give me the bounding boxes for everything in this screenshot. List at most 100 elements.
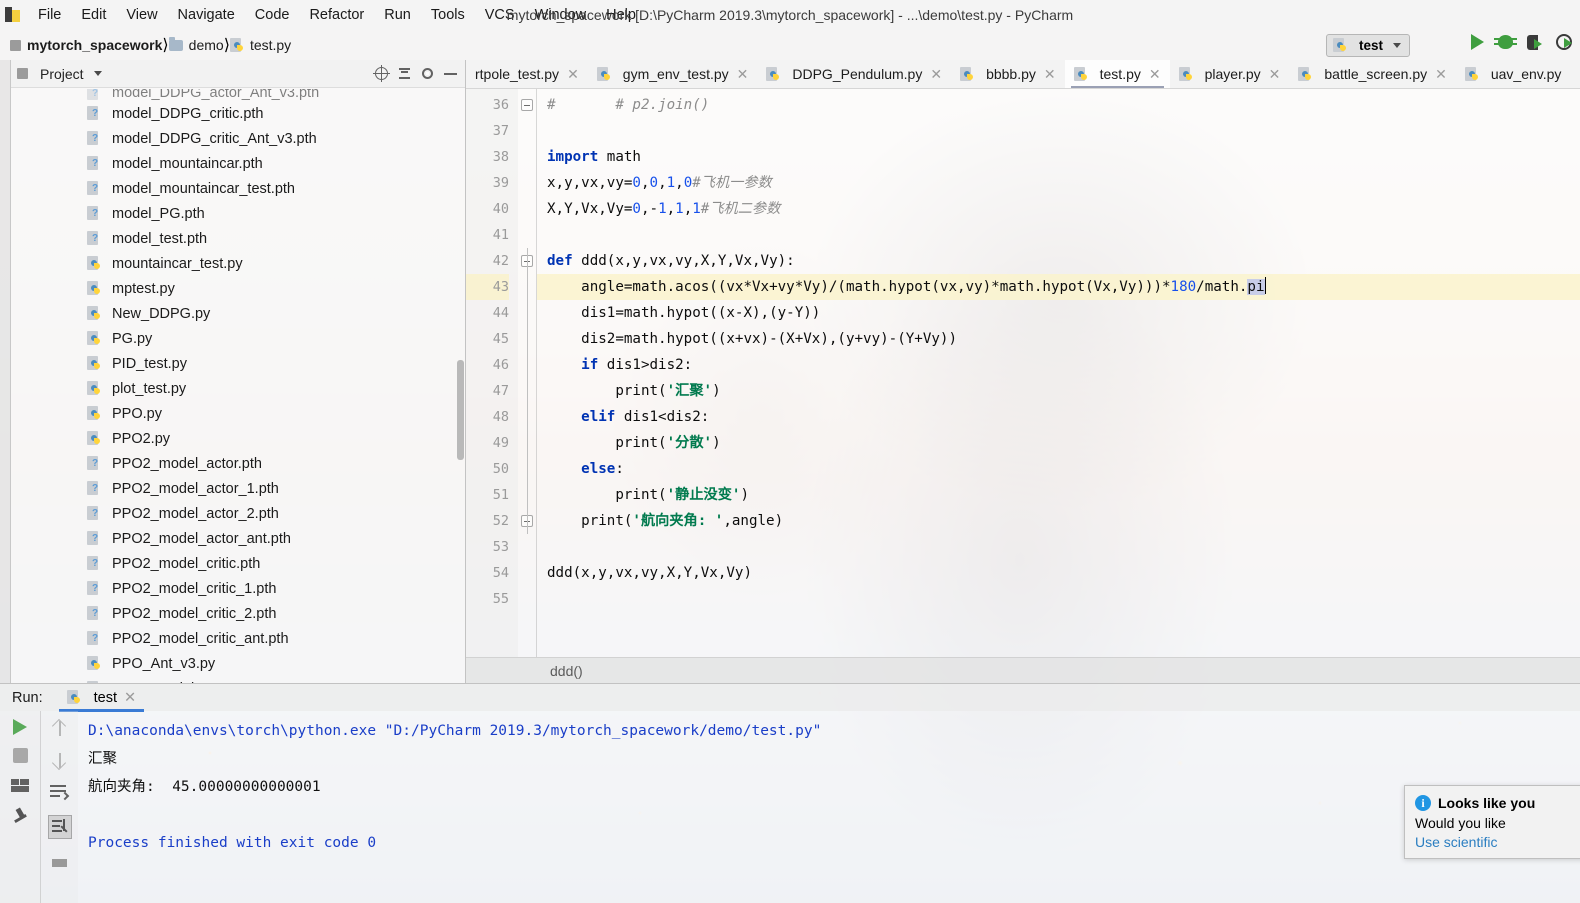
stop-icon[interactable]: [12, 748, 28, 763]
menu-item-navigate[interactable]: Navigate: [168, 4, 245, 26]
code-editor[interactable]: 36 37 38 39 40 41 42 43 44 45 46 47 48 49 50 51 52 53 54 55…: [466, 89, 1580, 657]
list-item[interactable]: mptest.py: [11, 276, 465, 301]
list-item[interactable]: PID_test.py: [11, 351, 465, 376]
close-icon[interactable]: ✕: [930, 66, 942, 83]
list-item[interactable]: PPO2.py: [11, 426, 465, 451]
code-line[interactable]: ddd(x,y,vx,vy,X,Y,Vx,Vy): [537, 560, 1580, 586]
code-line[interactable]: X,Y,Vx,Vy=0,-1,1,1#飞机二参数: [537, 196, 1580, 222]
code-line[interactable]: print('航向夹角: ',angle): [537, 508, 1580, 534]
pin-icon[interactable]: [11, 807, 30, 827]
list-item[interactable]: PPO_Ant_v3.py: [11, 651, 465, 676]
tab-player[interactable]: player.py ✕: [1170, 60, 1290, 88]
code-line[interactable]: elif dis1<dis2:: [537, 404, 1580, 430]
tab-bbbb[interactable]: bbbb.py ✕: [951, 60, 1065, 88]
list-item[interactable]: ? PPO2_model_critic_1.pth: [11, 576, 465, 601]
list-item[interactable]: ? model_test.pth: [11, 226, 465, 251]
menu-item-edit[interactable]: Edit: [71, 4, 116, 26]
list-item[interactable]: ? PPO2_model_actor_1.pth: [11, 476, 465, 501]
collapse-all-icon[interactable]: [396, 65, 413, 82]
tab-rtpole-test[interactable]: rtpole_test.py ✕: [466, 60, 588, 88]
layout-icon[interactable]: [10, 776, 30, 795]
list-item[interactable]: ? model_DDPG_critic.pth: [11, 101, 465, 126]
list-item[interactable]: ? model_DDPG_actor_Ant_v3.pth: [11, 89, 465, 101]
list-item[interactable]: ? model_DDPG_critic_Ant_v3.pth: [11, 126, 465, 151]
tab-gym-env-test[interactable]: gym_env_test.py ✕: [588, 60, 758, 88]
code-line[interactable]: x,y,vx,vy=0,0,1,0#飞机一参数: [537, 170, 1580, 196]
menu-item-run[interactable]: Run: [374, 4, 421, 26]
console-output[interactable]: D:\anaconda\envs\torch\python.exe "D:/Py…: [78, 711, 1580, 903]
breadcrumb-project[interactable]: mytorch_spacework: [10, 37, 162, 53]
menu-item-tools[interactable]: Tools: [421, 4, 475, 26]
gear-icon[interactable]: [419, 65, 436, 82]
left-tool-strip[interactable]: [0, 60, 11, 683]
menu-item-refactor[interactable]: Refactor: [299, 4, 374, 26]
code-text[interactable]: # # p2.join() import math x,y,vx,vy=0,0,1,…: [536, 89, 1580, 657]
breadcrumb-file[interactable]: test.py: [229, 37, 291, 53]
profile-icon[interactable]: [1556, 34, 1572, 50]
project-view-chevron-down-icon[interactable]: [93, 71, 102, 76]
breadcrumb-folder[interactable]: demo: [168, 36, 224, 53]
project-scrollbar[interactable]: [457, 360, 464, 460]
menu-item-view[interactable]: View: [116, 4, 167, 26]
code-line[interactable]: dis2=math.hypot((x+vx)-(X+Vx),(y+vy)-(Y+…: [537, 326, 1580, 352]
code-folding-gutter[interactable]: [518, 89, 536, 657]
debug-icon[interactable]: [1494, 35, 1517, 49]
list-item[interactable]: New_DDPG.py: [11, 301, 465, 326]
code-line[interactable]: [537, 534, 1580, 560]
notification-link[interactable]: Use scientific: [1415, 834, 1580, 850]
menu-item-vcs[interactable]: VCS: [475, 4, 525, 26]
list-item[interactable]: PG.py: [11, 326, 465, 351]
list-item[interactable]: mountaincar_test.py: [11, 251, 465, 276]
code-line[interactable]: print('汇聚'): [537, 378, 1580, 404]
code-line[interactable]: import math: [537, 144, 1580, 170]
code-line[interactable]: print('分散'): [537, 430, 1580, 456]
close-icon[interactable]: ✕: [1269, 66, 1281, 83]
list-item[interactable]: ? PPO2_model_actor_2.pth: [11, 501, 465, 526]
list-item[interactable]: ? model_mountaincar_test.pth: [11, 176, 465, 201]
run-icon[interactable]: [1471, 34, 1484, 50]
code-line[interactable]: [537, 586, 1580, 612]
code-line[interactable]: def ddd(x,y,vx,vy,X,Y,Vx,Vy):: [537, 248, 1580, 274]
code-line[interactable]: dis1=math.hypot((x-X),(y-Y)): [537, 300, 1580, 326]
list-item[interactable]: ? model_mountaincar.pth: [11, 151, 465, 176]
scroll-to-end-icon[interactable]: [47, 815, 72, 839]
close-icon[interactable]: ✕: [1149, 66, 1161, 83]
menu-item-code[interactable]: Code: [245, 4, 300, 26]
list-item[interactable]: ? model_PG.pth: [11, 201, 465, 226]
run-with-coverage-icon[interactable]: [1527, 34, 1542, 50]
close-icon[interactable]: ✕: [567, 66, 579, 83]
run-tab-test[interactable]: test ✕: [55, 684, 149, 712]
locate-file-icon[interactable]: [373, 65, 390, 82]
hide-panel-icon[interactable]: [442, 65, 459, 82]
code-line[interactable]: if dis1>dis2:: [537, 352, 1580, 378]
list-item[interactable]: PPO.py: [11, 401, 465, 426]
list-item[interactable]: ? PPO2_model_critic_ant.pth: [11, 626, 465, 651]
tab-test[interactable]: test.py ✕: [1064, 60, 1170, 88]
print-icon[interactable]: [50, 852, 69, 871]
close-icon[interactable]: ✕: [737, 66, 749, 83]
code-line[interactable]: # # p2.join(): [537, 92, 1580, 118]
rerun-icon[interactable]: [13, 719, 27, 735]
list-item[interactable]: ? PPO2_model_critic.pth: [11, 551, 465, 576]
run-configuration-selector[interactable]: test: [1325, 34, 1410, 57]
list-item[interactable]: ? PPO2_model_actor.pth: [11, 451, 465, 476]
fold-toggle-icon[interactable]: [521, 99, 533, 111]
list-item[interactable]: ? PPO2_model_actor_ant.pth: [11, 526, 465, 551]
code-line[interactable]: else:: [537, 456, 1580, 482]
tab-ddpg-pendulum[interactable]: DDPG_Pendulum.py ✕: [757, 60, 951, 88]
menu-item-window[interactable]: Window: [525, 4, 597, 26]
project-file-tree[interactable]: ? model_DDPG_actor_Ant_v3.pth ? model_DDP…: [11, 88, 465, 683]
tab-uav-env[interactable]: uav_env.py: [1456, 60, 1571, 88]
notification-balloon[interactable]: i Looks like you Would you like Use scie…: [1404, 785, 1580, 859]
code-line[interactable]: [537, 222, 1580, 248]
code-line[interactable]: angle=math.acos((vx*Vx+vy*Vy)/(math.hypo…: [537, 274, 1580, 300]
tab-battle-screen[interactable]: battle_screen.py ✕: [1289, 60, 1455, 88]
close-icon[interactable]: ✕: [1435, 66, 1447, 83]
code-line[interactable]: [537, 118, 1580, 144]
up-arrow-icon[interactable]: [50, 718, 69, 738]
menu-item-help[interactable]: Help: [596, 4, 646, 26]
soft-wrap-icon[interactable]: [50, 783, 70, 802]
list-item[interactable]: PPO_pendulum.py: [11, 676, 465, 683]
list-item[interactable]: ? PPO2_model_critic_2.pth: [11, 601, 465, 626]
list-item[interactable]: plot_test.py: [11, 376, 465, 401]
